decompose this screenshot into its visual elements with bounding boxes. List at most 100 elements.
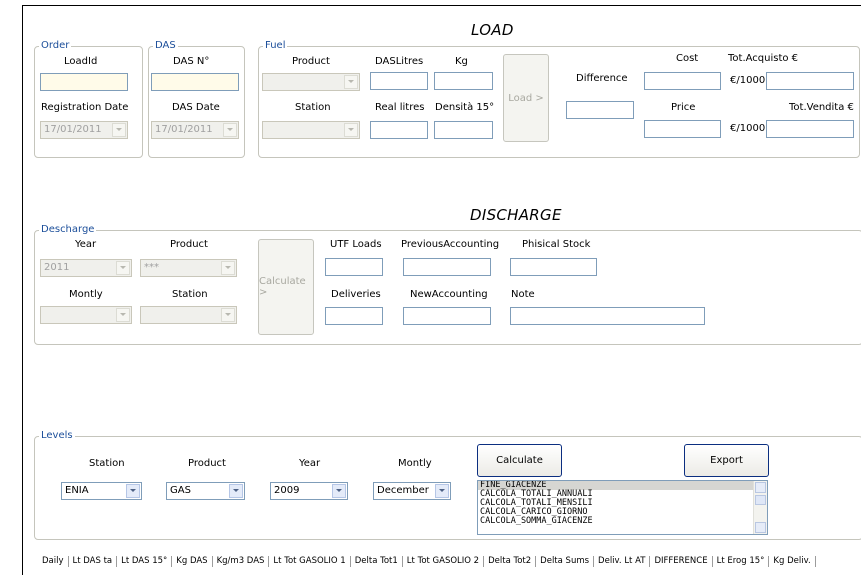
load-id-label: LoadId — [64, 56, 98, 67]
chevron-down-icon[interactable] — [126, 484, 140, 498]
registration-date-picker[interactable]: 17/01/2011 — [40, 121, 128, 139]
discharge-year-value: 2011 — [44, 262, 70, 273]
price-unit: €/1000l — [730, 123, 768, 134]
column-header[interactable]: Delta Sums — [536, 555, 595, 567]
new-accounting-field[interactable] — [403, 307, 491, 325]
discharge-year-label: Year — [75, 239, 97, 250]
densita-label: Densità 15° — [435, 102, 495, 113]
scroll-thumb[interactable] — [755, 495, 766, 505]
column-header[interactable]: Deliv. Lt AT — [594, 555, 651, 567]
previous-accounting-label: PreviousAccounting — [401, 239, 500, 250]
das-litres-field[interactable] — [370, 72, 428, 90]
chevron-down-icon[interactable] — [116, 308, 130, 322]
chevron-down-icon[interactable] — [332, 484, 346, 498]
das-no-field[interactable] — [151, 73, 239, 91]
chevron-down-icon[interactable] — [221, 261, 235, 275]
real-litres-field[interactable] — [370, 121, 428, 139]
load-button[interactable]: Load > — [503, 54, 549, 142]
chevron-down-icon[interactable] — [435, 484, 449, 498]
discharge-calculate-button[interactable]: Calculate > — [258, 239, 314, 335]
column-header[interactable]: Lt Tot GASOLIO 2 — [403, 555, 485, 567]
fuel-station-select[interactable] — [262, 121, 360, 139]
column-header[interactable]: Daily — [38, 555, 69, 567]
utf-loads-label: UTF Loads — [330, 239, 382, 250]
tot-vendita-label: Tot.Vendita € — [789, 102, 854, 113]
discharge-title: DISCHARGE — [470, 206, 562, 224]
chevron-down-icon[interactable] — [116, 261, 130, 275]
column-header[interactable]: Delta Tot2 — [484, 555, 537, 567]
listbox-scrollbar[interactable] — [753, 481, 767, 534]
discharge-station-select[interactable] — [140, 306, 237, 324]
levels-year-select[interactable]: 2009 — [270, 482, 348, 500]
levels-calculate-button[interactable]: Calculate — [477, 444, 562, 477]
das-no-label: DAS N° — [173, 56, 210, 67]
discharge-montly-label: Montly — [69, 289, 103, 300]
levels-product-select[interactable]: GAS — [166, 482, 245, 500]
note-label: Note — [511, 289, 535, 300]
registration-date-label: Registration Date — [41, 102, 129, 113]
kg-field[interactable] — [434, 72, 493, 90]
note-field[interactable] — [510, 307, 705, 325]
column-header[interactable]: Kg/m3 DAS — [213, 555, 270, 567]
tot-acquisto-field[interactable] — [766, 72, 854, 90]
levels-station-select[interactable]: ENIA — [61, 482, 142, 500]
levels-year-value: 2009 — [274, 485, 300, 496]
cost-unit: €/1000l — [730, 75, 768, 86]
levels-montly-value: December — [377, 485, 429, 496]
levels-montly-label: Montly — [398, 458, 432, 469]
column-header[interactable]: Lt DAS ta — [69, 555, 118, 567]
list-item[interactable]: CALCOLA_SOMMA_GIACENZE — [478, 517, 767, 526]
das-date-label: DAS Date — [172, 102, 220, 113]
discharge-station-label: Station — [172, 289, 208, 300]
column-header[interactable]: Lt DAS 15° — [117, 555, 173, 567]
chevron-down-icon[interactable] — [221, 308, 235, 322]
chevron-down-icon[interactable] — [112, 123, 126, 137]
column-header[interactable]: Kg Deliv. — [769, 555, 816, 567]
new-accounting-label: NewAccounting — [410, 289, 488, 300]
load-id-field[interactable] — [40, 73, 128, 91]
scroll-up-icon[interactable] — [755, 482, 766, 493]
cost-field[interactable] — [644, 72, 721, 90]
grid-column-headers: Daily Lt DAS ta Lt DAS 15° Kg DAS Kg/m3 … — [38, 553, 816, 569]
das-litres-label: DASLitres — [375, 56, 424, 67]
scroll-down-icon[interactable] — [755, 522, 766, 533]
discharge-product-label: Product — [170, 239, 208, 250]
das-date-picker[interactable]: 17/01/2011 — [151, 121, 239, 139]
phisical-stock-field[interactable] — [510, 258, 597, 276]
procedure-listbox[interactable]: FINE_GIACENZE CALCOLA_TOTALI_ANNUALI CAL… — [477, 480, 768, 535]
column-header[interactable]: Kg DAS — [172, 555, 213, 567]
levels-year-label: Year — [299, 458, 321, 469]
difference-field[interactable] — [566, 101, 634, 119]
discharge-product-value: *** — [144, 262, 159, 273]
levels-montly-select[interactable]: December — [373, 482, 451, 500]
cost-label: Cost — [676, 53, 699, 64]
chevron-down-icon[interactable] — [223, 123, 237, 137]
column-header[interactable]: DIFFERENCE — [650, 555, 713, 567]
utf-loads-field[interactable] — [325, 258, 383, 276]
deliveries-label: Deliveries — [331, 289, 381, 300]
station-label: Station — [295, 102, 331, 113]
registration-date-value: 17/01/2011 — [44, 124, 102, 135]
export-button[interactable]: Export — [684, 444, 769, 477]
chevron-down-icon[interactable] — [344, 75, 358, 89]
fuel-legend: Fuel — [263, 40, 288, 52]
deliveries-field[interactable] — [325, 307, 383, 325]
densita-field[interactable] — [434, 121, 493, 139]
discharge-montly-select[interactable] — [40, 306, 132, 324]
tot-acquisto-label: Tot.Acquisto € — [728, 53, 799, 64]
discharge-year-select[interactable]: 2011 — [40, 259, 132, 277]
column-header[interactable]: Delta Tot1 — [351, 555, 403, 567]
discharge-product-select[interactable]: *** — [140, 259, 237, 277]
phisical-stock-label: Phisical Stock — [522, 239, 591, 250]
column-header[interactable]: Lt Tot GASOLIO 1 — [269, 555, 351, 567]
previous-accounting-field[interactable] — [403, 258, 491, 276]
column-header[interactable]: Lt Erog 15° — [713, 555, 770, 567]
descharge-legend: Descharge — [39, 224, 97, 236]
fuel-product-select[interactable] — [262, 73, 360, 91]
price-field[interactable] — [644, 120, 721, 138]
levels-station-label: Station — [89, 458, 125, 469]
tot-vendita-field[interactable] — [766, 120, 854, 138]
chevron-down-icon[interactable] — [229, 484, 243, 498]
das-date-value: 17/01/2011 — [155, 124, 213, 135]
chevron-down-icon[interactable] — [344, 123, 358, 137]
